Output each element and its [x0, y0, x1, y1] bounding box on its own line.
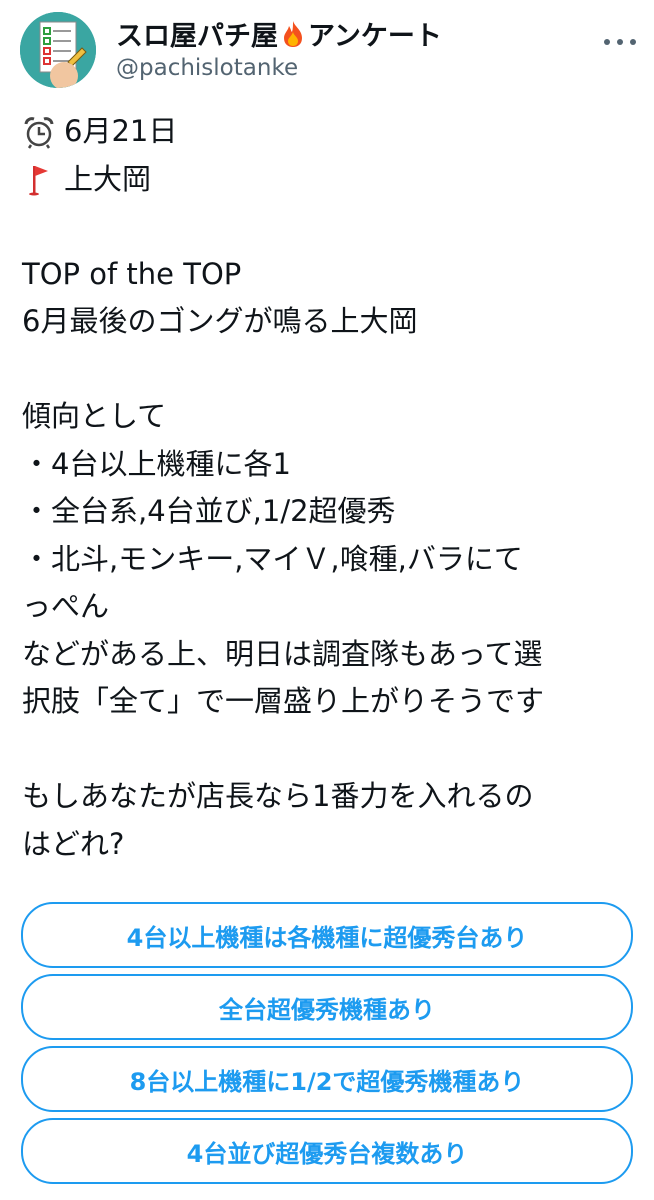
date-line: 6月21日 [22, 108, 642, 156]
checklist-icon [20, 12, 96, 88]
question-line: もしあなたが店長なら1番力を入れるの [22, 779, 534, 813]
alarm-clock-icon [24, 116, 54, 149]
fire-icon [284, 20, 302, 47]
more-options-icon[interactable] [604, 30, 636, 54]
tweet-title: TOP of the TOP [22, 256, 242, 291]
location-line: 上大岡 [22, 156, 642, 204]
poll-option[interactable]: 4台並び超優秀台複数あり [21, 1118, 633, 1184]
bullet-item-continued: っぺん [22, 589, 110, 623]
display-name-text: スロ屋パチ屋 [116, 21, 278, 52]
note-line: などがある上、明日は調査隊もあって選 [22, 636, 543, 671]
avatar[interactable] [20, 12, 96, 88]
display-name-suffix: アンケート [308, 21, 442, 52]
tweet-location: 上大岡 [64, 161, 152, 196]
red-flag-icon [29, 166, 48, 196]
tweet-date: 6月21日 [64, 114, 178, 148]
user-handle[interactable]: @pachislotanke [116, 55, 298, 81]
bullet-item: ・4台以上機種に各1 [22, 446, 291, 481]
tendency-heading: 傾向として [22, 399, 167, 433]
poll-option[interactable]: 8台以上機種に1/2で超優秀機種あり [21, 1046, 633, 1112]
note-line: 択肢「全て」で一層盛り上がりそうです [22, 684, 545, 718]
tweet-text: 6月21日 上大岡 TOP of the TOP 6月最後のゴングが鳴る上大岡 … [22, 108, 642, 868]
bullet-item: ・北斗,モンキー,マイＶ,喰種,バラにて [22, 541, 523, 576]
poll-option[interactable]: 全台超優秀機種あり [21, 974, 633, 1040]
display-name[interactable]: スロ屋パチ屋 アンケート [116, 14, 442, 53]
poll-option[interactable]: 4台以上機種は各機種に超優秀台あり [21, 902, 633, 968]
bullet-item: ・全台系,4台並び,1/2超優秀 [22, 494, 396, 528]
question-line: はどれ? [22, 826, 125, 861]
tweet-subtitle: 6月最後のゴングが鳴る上大岡 [22, 304, 418, 338]
